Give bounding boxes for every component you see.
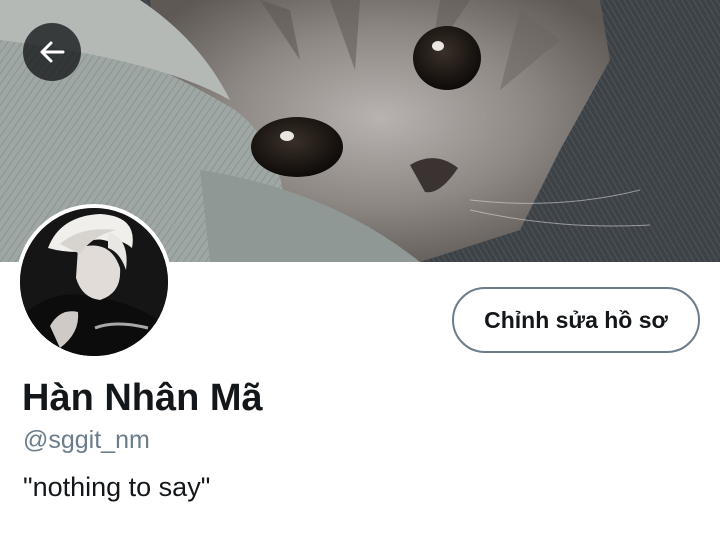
back-button[interactable] <box>23 23 81 81</box>
arrow-left-icon <box>37 37 67 67</box>
edit-profile-label: Chỉnh sửa hồ sơ <box>484 306 668 333</box>
display-name: Hàn Nhân Mã <box>22 377 263 419</box>
user-handle: @sggit_nm <box>23 426 150 454</box>
avatar[interactable] <box>16 204 172 360</box>
avatar-image <box>20 208 168 356</box>
edit-profile-button[interactable]: Chỉnh sửa hồ sơ <box>452 287 700 353</box>
profile-page: Chỉnh sửa hồ sơ Hàn Nhân Mã @sggit_nm "n… <box>0 0 720 555</box>
bio-text: "nothing to say" <box>23 472 211 502</box>
